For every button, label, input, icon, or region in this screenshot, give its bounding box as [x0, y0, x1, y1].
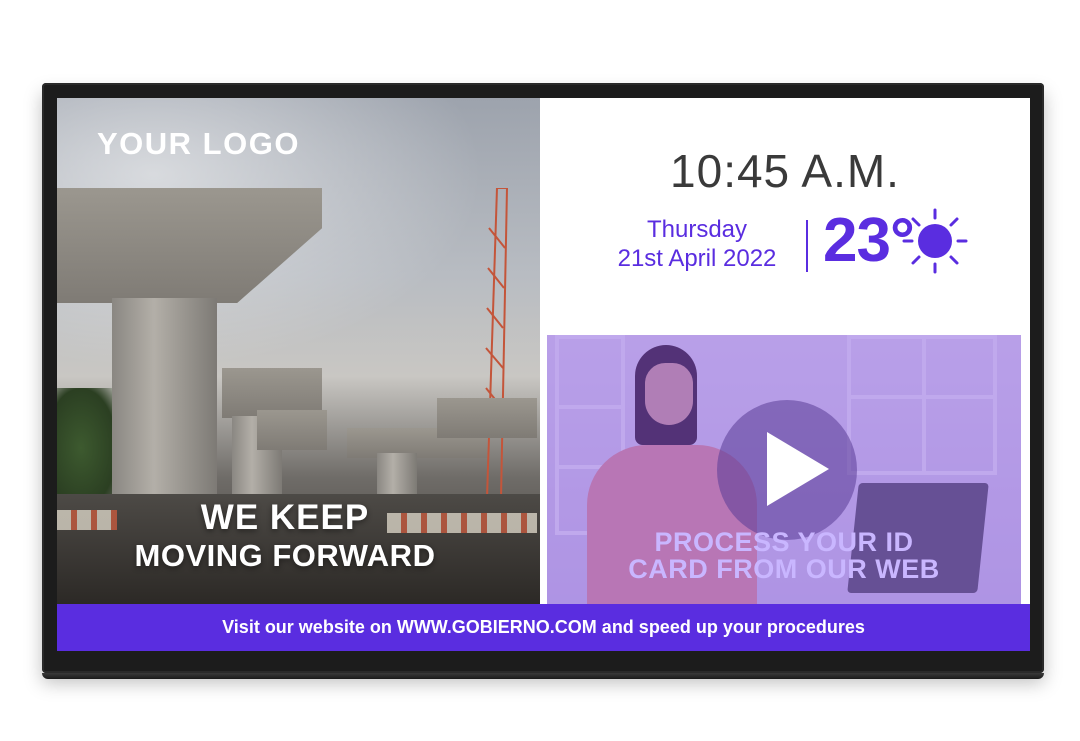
sun-icon	[902, 208, 968, 274]
headline-line-2: MOVING FORWARD	[134, 538, 436, 573]
clock-time: 10:45 A.M.	[670, 145, 900, 197]
date-block: Thursday 21st April 2022	[597, 215, 797, 273]
date: 21st April 2022	[617, 245, 777, 272]
info-banner: Visit our website on WWW.GOBIERNO.COM an…	[57, 604, 1030, 651]
trees-image	[57, 388, 117, 508]
headline-line-1: WE KEEP	[200, 498, 370, 537]
temperature: 23°	[823, 206, 915, 275]
signage-screen: YOUR LOGO WE KEEP MOVING FORWARD 10:45 A…	[57, 98, 1030, 651]
logo-text: YOUR LOGO	[97, 126, 300, 161]
bridge-pier	[112, 298, 217, 518]
video-panel[interactable]: PROCESS YOUR ID CARD FROM OUR WEB	[547, 335, 1021, 604]
divider	[806, 220, 808, 272]
weekday: Thursday	[646, 216, 748, 243]
construction-photo-panel: YOUR LOGO WE KEEP MOVING FORWARD	[57, 98, 540, 604]
video-caption-line-2: CARD FROM OUR WEB	[628, 554, 940, 584]
play-icon[interactable]	[767, 432, 829, 506]
banner-text: Visit our website on WWW.GOBIERNO.COM an…	[222, 617, 865, 637]
